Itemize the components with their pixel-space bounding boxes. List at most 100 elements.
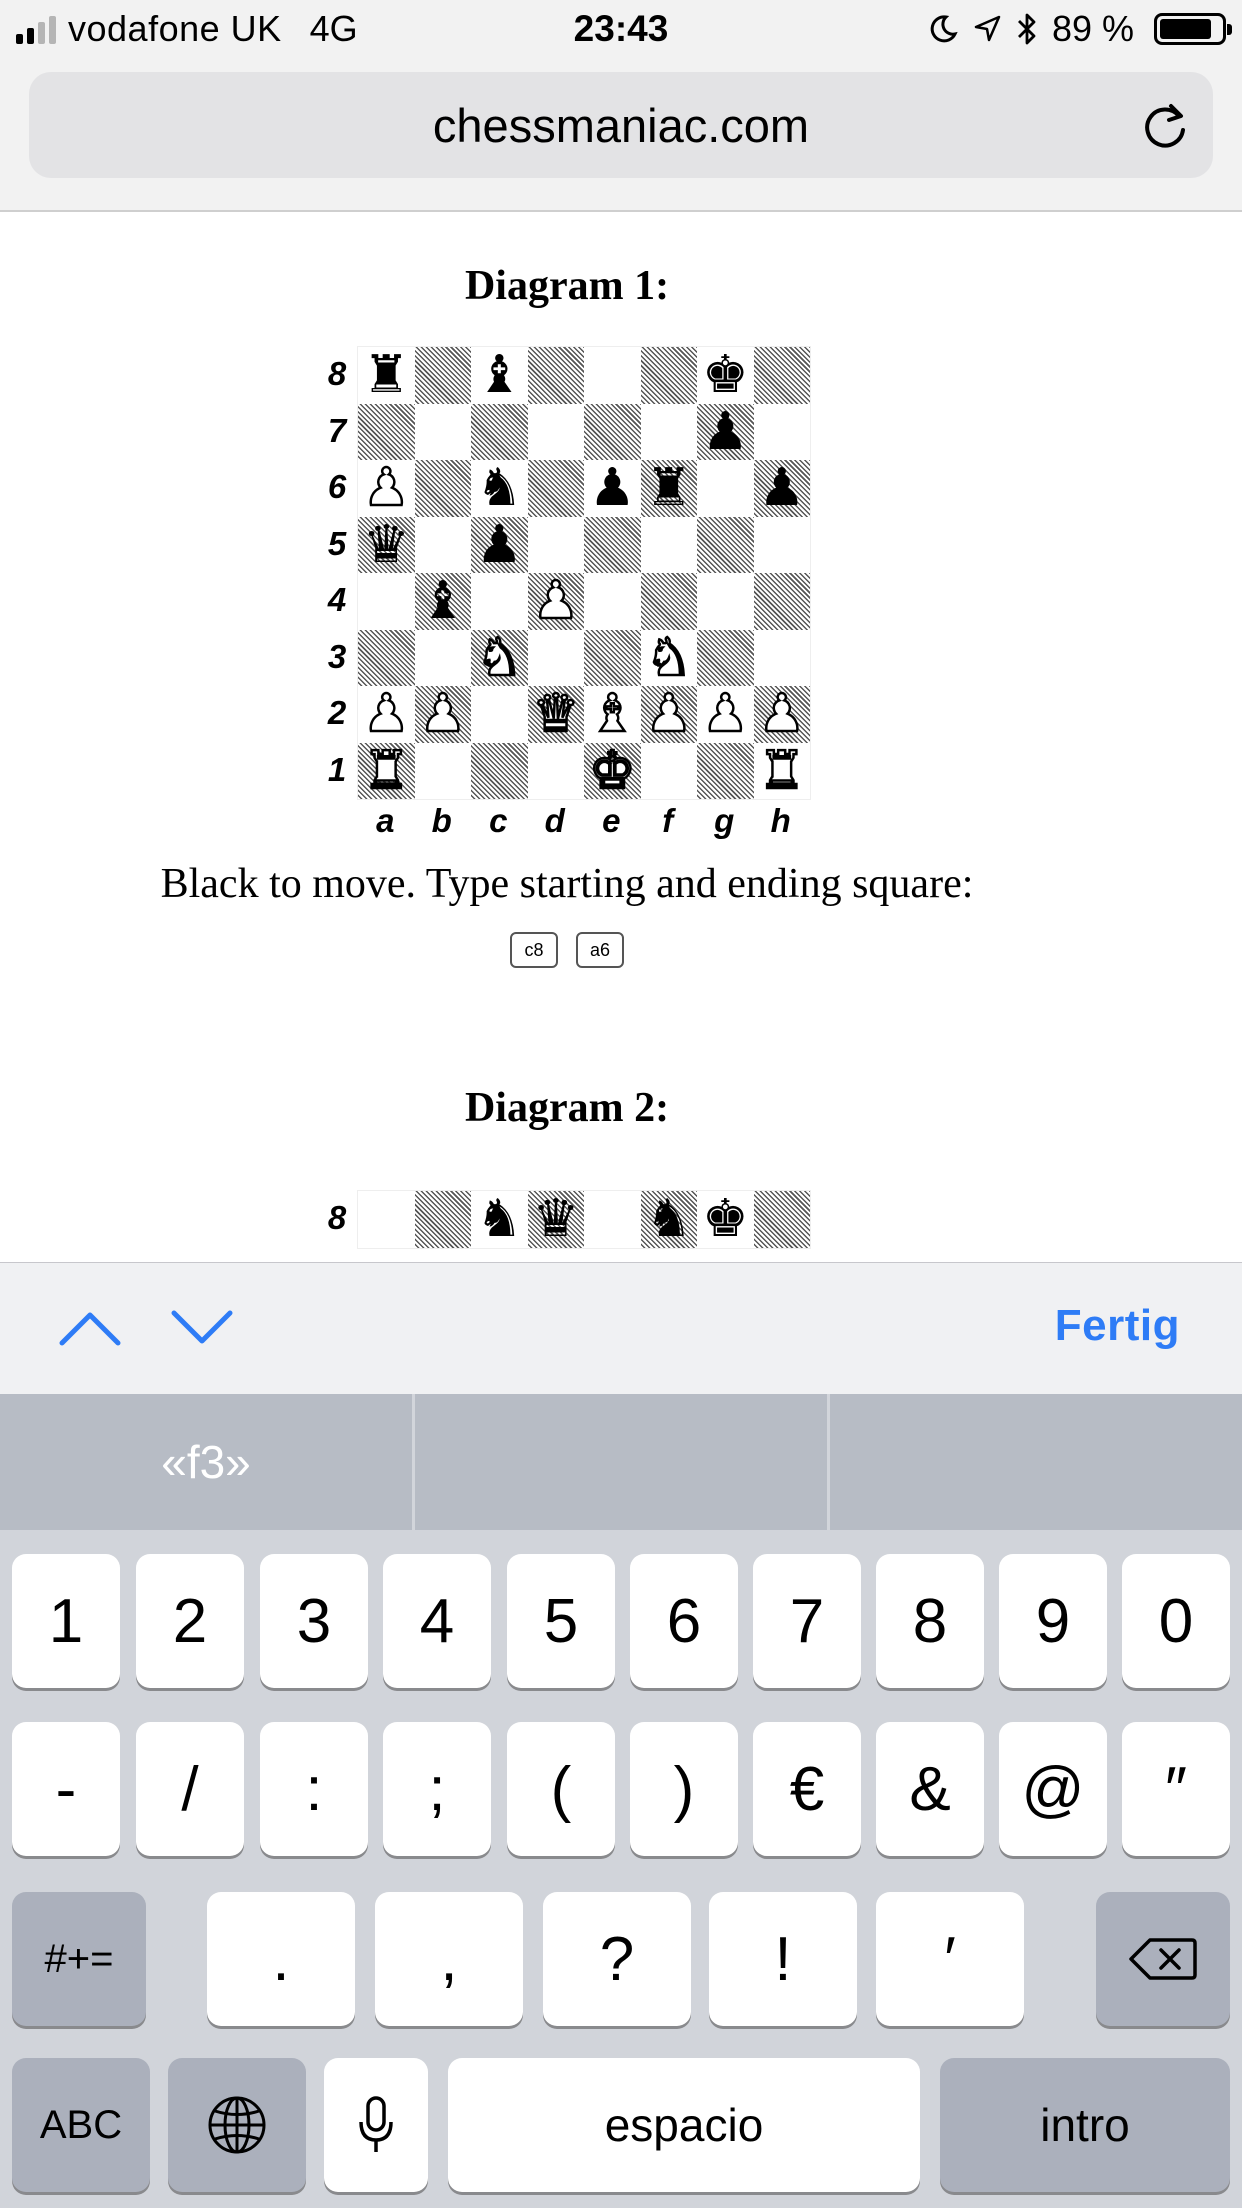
url-text[interactable]: chessmaniac.com <box>29 98 1213 153</box>
key-1[interactable]: 1 <box>12 1554 120 1688</box>
rank-label: 8 <box>327 1199 347 1237</box>
square-g6 <box>697 460 754 517</box>
key-symbol[interactable]: ( <box>507 1722 615 1856</box>
globe-key[interactable] <box>168 2058 306 2192</box>
square-a8 <box>358 1191 415 1248</box>
square-e1: ♚ <box>584 740 641 801</box>
suggestion-1[interactable]: «f3» <box>0 1394 415 1530</box>
square-f1 <box>640 742 697 799</box>
key-punctuation[interactable]: , <box>375 1892 523 2026</box>
white-pawn-icon: ♟ <box>362 458 411 519</box>
key-symbol[interactable]: € <box>753 1722 861 1856</box>
white-bishop-icon: ♝ <box>588 684 637 745</box>
abc-key[interactable]: ABC <box>12 2058 150 2192</box>
square-b8 <box>414 347 471 404</box>
key-8[interactable]: 8 <box>876 1554 984 1688</box>
return-key[interactable]: intro <box>940 2058 1230 2192</box>
square-a5: ♛ <box>358 514 415 575</box>
square-g2: ♟ <box>697 686 754 743</box>
black-queen-icon: ♛ <box>362 514 410 575</box>
square-a3 <box>358 629 415 686</box>
black-queen-icon: ♛ <box>532 1189 580 1250</box>
black-bishop-icon: ♝ <box>475 345 523 406</box>
to-square-input[interactable]: a6 <box>576 932 624 968</box>
symbols-mode-key[interactable]: #+= <box>12 1892 146 2026</box>
delete-key[interactable] <box>1096 1892 1230 2026</box>
status-right: 89 % <box>928 8 1232 50</box>
white-knight-icon: ♞ <box>644 627 693 688</box>
square-e2: ♝ <box>584 686 641 743</box>
from-square-input[interactable]: c8 <box>510 932 558 968</box>
key-punctuation[interactable]: ! <box>709 1892 857 2026</box>
space-key[interactable]: espacio <box>448 2058 920 2192</box>
white-queen-icon: ♛ <box>531 684 580 745</box>
square-h6: ♟ <box>753 460 810 517</box>
key-symbol[interactable]: ; <box>383 1722 491 1856</box>
address-bar[interactable]: chessmaniac.com <box>29 72 1213 178</box>
rank-label: 8 <box>327 355 347 393</box>
rank-labels: 8 <box>322 1190 352 1262</box>
square-a7 <box>358 403 415 460</box>
done-button[interactable]: Fertig <box>1055 1301 1180 1351</box>
chevron-down-icon[interactable] <box>170 1303 234 1351</box>
key-symbol[interactable]: @ <box>999 1722 1107 1856</box>
black-pawn-icon: ♟ <box>701 401 749 462</box>
key-3[interactable]: 3 <box>260 1554 368 1688</box>
status-bar: vodafone UK 4G 23:43 89 % <box>0 0 1242 62</box>
key-2[interactable]: 2 <box>136 1554 244 1688</box>
square-g7: ♟ <box>697 401 754 462</box>
square-d1 <box>527 742 584 799</box>
suggestion-2[interactable] <box>415 1394 830 1530</box>
square-c2 <box>471 686 528 743</box>
key-symbol[interactable]: : <box>260 1722 368 1856</box>
file-label: a <box>376 802 395 839</box>
moon-icon <box>930 15 958 43</box>
chevron-up-icon[interactable] <box>58 1303 122 1351</box>
key-symbol[interactable]: / <box>136 1722 244 1856</box>
key-9[interactable]: 9 <box>999 1554 1107 1688</box>
dictation-key[interactable] <box>324 2058 428 2192</box>
rank-label: 3 <box>327 637 347 675</box>
key-5[interactable]: 5 <box>507 1554 615 1688</box>
square-h3 <box>753 629 810 686</box>
file-label: g <box>714 802 735 839</box>
square-g1 <box>697 742 754 799</box>
square-d5 <box>527 516 584 573</box>
location-arrow-icon <box>974 15 1001 42</box>
square-g3 <box>697 629 754 686</box>
black-pawn-icon: ♟ <box>588 458 636 519</box>
web-page: Diagram 1: 87654321 ♜ ♝ ♚ ♟ ♟ ♞ ♟ ♜ ♟ ♛ ♟ ♝ ♟ ♞ ♞ ♟ ♟ ♛ ♝ ♟… <box>0 212 1242 1262</box>
key-punctuation[interactable]: . <box>207 1892 355 2026</box>
square-b3 <box>414 629 471 686</box>
rank-label: 7 <box>327 411 347 449</box>
rank-label: 1 <box>327 750 347 788</box>
globe-icon <box>208 2096 266 2154</box>
key-6[interactable]: 6 <box>630 1554 738 1688</box>
reload-icon[interactable] <box>1139 100 1191 152</box>
square-b5 <box>414 516 471 573</box>
file-label: b <box>431 802 452 839</box>
square-e7 <box>584 403 641 460</box>
white-pawn-icon: ♟ <box>362 684 411 745</box>
square-d3 <box>527 629 584 686</box>
bluetooth-icon <box>1017 13 1036 45</box>
key-7[interactable]: 7 <box>753 1554 861 1688</box>
chess-diagram-2: 8 ♞ ♛ ♞ ♚ <box>322 1189 811 1262</box>
square-f8 <box>640 347 697 404</box>
key-punctuation[interactable]: ′ <box>876 1892 1024 2026</box>
square-d7 <box>527 403 584 460</box>
key-symbol[interactable]: ″ <box>1122 1722 1230 1856</box>
key-0[interactable]: 0 <box>1122 1554 1230 1688</box>
square-f7 <box>640 403 697 460</box>
key-symbol[interactable]: - <box>12 1722 120 1856</box>
file-label: e <box>602 802 621 839</box>
square-b8 <box>414 1191 471 1248</box>
square-b6 <box>414 460 471 517</box>
key-4[interactable]: 4 <box>383 1554 491 1688</box>
square-d6 <box>527 460 584 517</box>
key-symbol[interactable]: ) <box>630 1722 738 1856</box>
white-king-icon: ♚ <box>588 740 637 801</box>
suggestion-3[interactable] <box>830 1394 1242 1530</box>
key-punctuation[interactable]: ? <box>543 1892 691 2026</box>
key-symbol[interactable]: & <box>876 1722 984 1856</box>
